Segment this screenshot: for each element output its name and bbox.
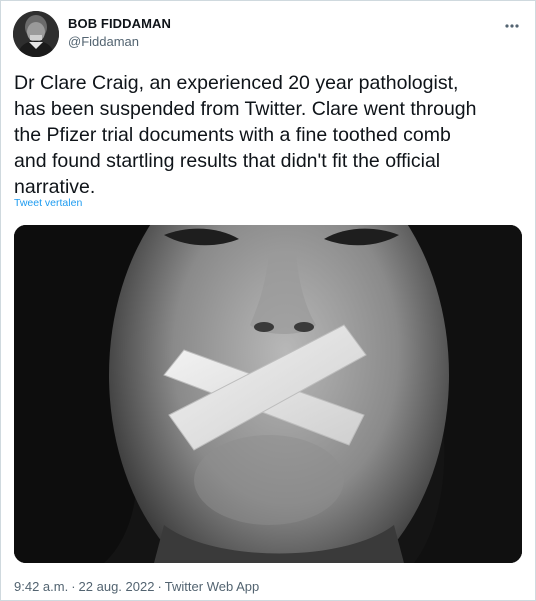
author-names: BOB FIDDAMAN @Fiddaman <box>68 16 171 50</box>
more-horizontal-icon[interactable] <box>503 17 521 35</box>
tweet-text: Dr Clare Craig, an experienced 20 year p… <box>14 72 477 198</box>
tweet-time[interactable]: 9:42 a.m. <box>14 579 68 594</box>
tweet-card: BOB FIDDAMAN @Fiddaman Dr Clare Craig, a… <box>0 0 536 601</box>
author-handle[interactable]: @Fiddaman <box>68 34 171 50</box>
photo-woman-taped-mouth <box>14 225 522 563</box>
tweet-date[interactable]: 22 aug. 2022 <box>79 579 155 594</box>
tweet-source[interactable]: Twitter Web App <box>165 579 259 594</box>
author-display-name[interactable]: BOB FIDDAMAN <box>68 16 171 32</box>
meta-separator: · <box>157 579 162 594</box>
tweet-meta: 9:42 a.m. · 22 aug. 2022 · Twitter Web App <box>14 579 259 594</box>
meta-separator: · <box>71 579 76 594</box>
translate-link[interactable]: Tweet vertalen <box>14 197 82 209</box>
avatar-image <box>13 11 59 57</box>
avatar[interactable] <box>13 11 59 57</box>
tweet-header: BOB FIDDAMAN @Fiddaman <box>13 11 523 59</box>
tweet-image[interactable] <box>14 225 522 563</box>
